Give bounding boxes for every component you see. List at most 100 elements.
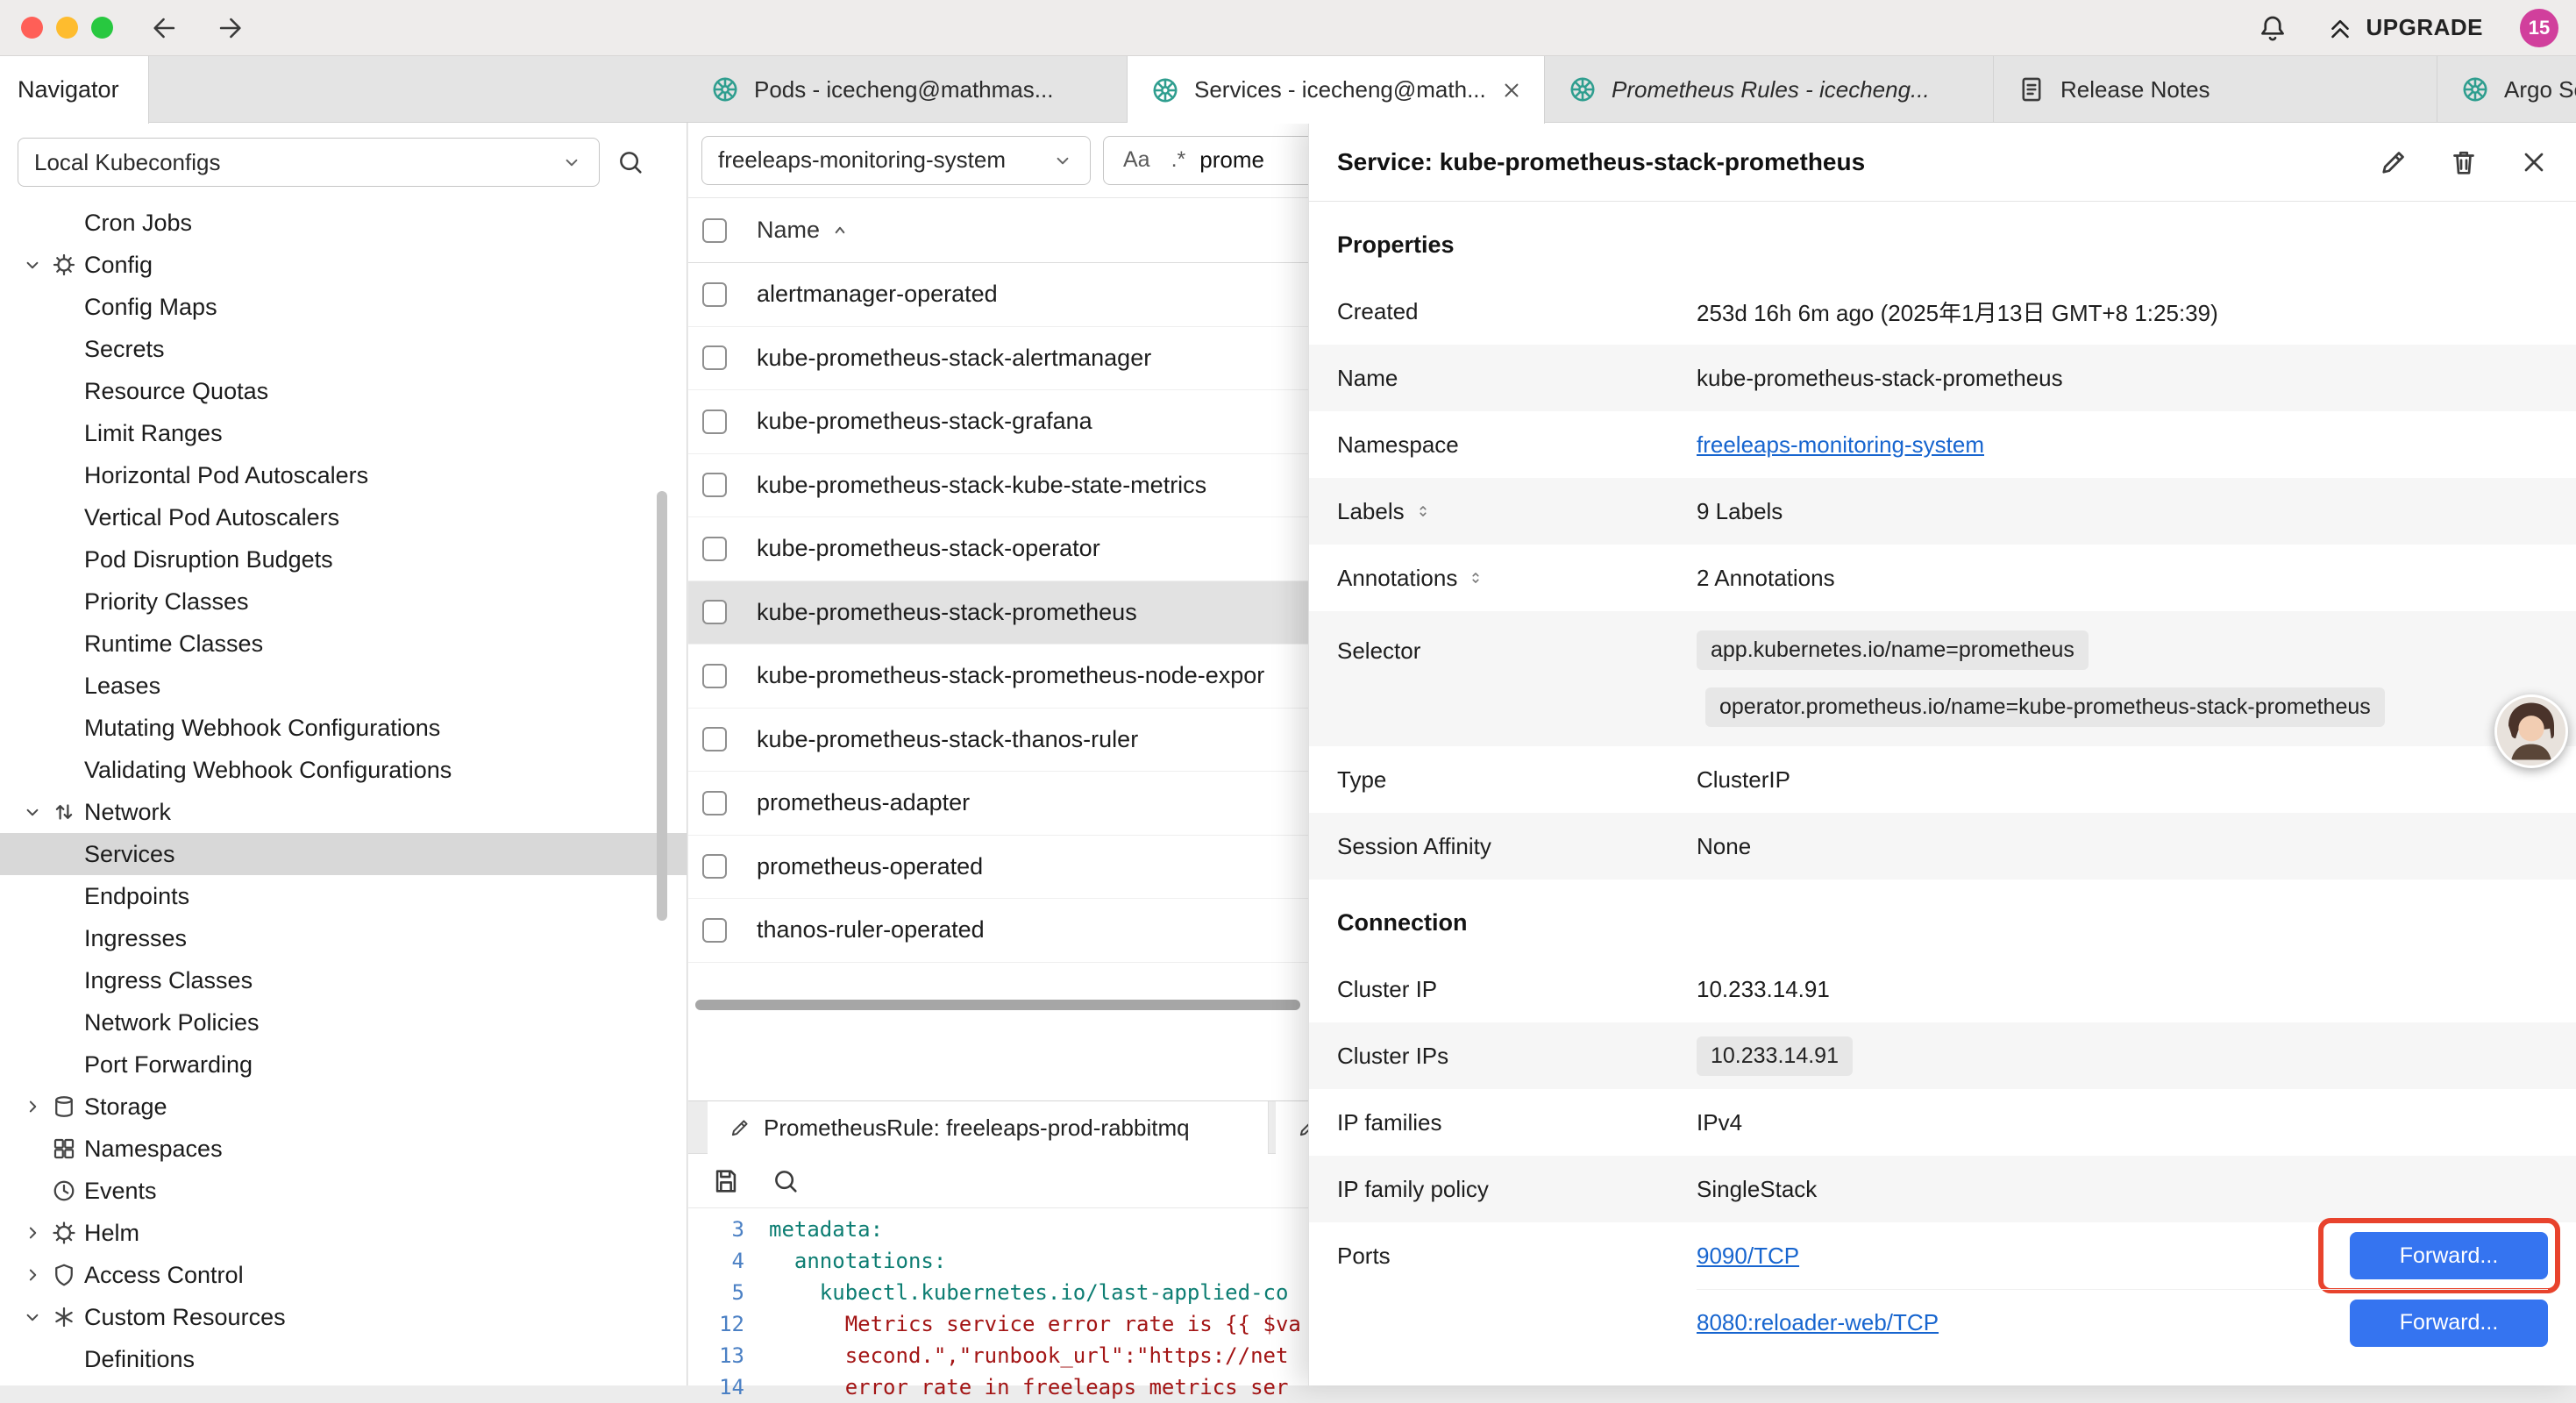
row-checkbox[interactable]	[702, 345, 727, 370]
tab-label: Pods - icecheng@mathmas...	[754, 76, 1053, 103]
sidebar-item-runtime-classes[interactable]: Runtime Classes	[0, 623, 687, 665]
sidebar-item-vertical-pod-autoscalers[interactable]: Vertical Pod Autoscalers	[0, 496, 687, 538]
sidebar-item-horizontal-pod-autoscalers[interactable]: Horizontal Pod Autoscalers	[0, 454, 687, 496]
sidebar-item-config-maps[interactable]: Config Maps	[0, 286, 687, 328]
window-close-button[interactable]	[21, 17, 43, 39]
sidebar-item-mutating-webhook-configurations[interactable]: Mutating Webhook Configurations	[0, 707, 687, 749]
editor-search-button[interactable]	[771, 1166, 801, 1196]
sort-ascending-icon	[829, 219, 851, 242]
row-checkbox[interactable]	[702, 537, 727, 561]
drawer-title: Service: kube-prometheus-stack-prometheu…	[1337, 148, 1865, 176]
pencil-icon	[729, 1116, 751, 1139]
chevron-down-icon	[21, 1306, 51, 1328]
row-checkbox[interactable]	[702, 600, 727, 624]
sidebar-item-definitions[interactable]: Definitions	[0, 1338, 687, 1380]
back-button[interactable]	[150, 13, 180, 43]
row-checkbox[interactable]	[702, 727, 727, 751]
sidebar-item-network-policies[interactable]: Network Policies	[0, 1001, 687, 1043]
sidebar-item-secrets[interactable]: Secrets	[0, 328, 687, 370]
tab-services[interactable]: Services - icecheng@math...	[1128, 56, 1545, 124]
tab-prometheus-rules[interactable]: Prometheus Rules - icecheng...	[1545, 56, 1994, 123]
tab-label: Services - icecheng@math...	[1194, 76, 1486, 103]
sidebar-item-resource-quotas[interactable]: Resource Quotas	[0, 370, 687, 412]
sidebar-item-pod-disruption-budgets[interactable]: Pod Disruption Budgets	[0, 538, 687, 580]
property-row-labels: Labels 9 Labels	[1309, 478, 2576, 545]
row-checkbox[interactable]	[702, 664, 727, 688]
delete-button[interactable]	[2448, 146, 2480, 178]
window-controls	[0, 17, 113, 39]
sidebar-item-ingress-classes[interactable]: Ingress Classes	[0, 959, 687, 1001]
sidebar-item-validating-webhook-configurations[interactable]: Validating Webhook Configurations	[0, 749, 687, 791]
edit-button[interactable]	[2378, 146, 2409, 178]
chevron-down-icon	[1051, 149, 1074, 172]
column-header-name[interactable]: Name	[757, 217, 851, 244]
forward-button[interactable]: Forward...	[2350, 1300, 2548, 1347]
tab-release-notes[interactable]: Release Notes	[1994, 56, 2437, 123]
port-link-8080[interactable]: 8080:reloader-web/TCP	[1697, 1309, 1939, 1336]
select-all-checkbox[interactable]	[702, 218, 727, 243]
sidebar-item-events[interactable]: Events	[0, 1170, 687, 1212]
editor-tab-prometheusrule[interactable]: PrometheusRule: freeleaps-prod-rabbitmq	[708, 1101, 1269, 1154]
kubeconfig-select[interactable]: Local Kubeconfigs	[18, 138, 600, 187]
forward-button[interactable]: Forward...	[2350, 1232, 2548, 1279]
sidebar-item-leases[interactable]: Leases	[0, 665, 687, 707]
sidebar-item-access-control[interactable]: Access Control	[0, 1254, 687, 1296]
close-icon[interactable]	[1500, 79, 1523, 102]
sidebar-item-ingresses[interactable]: Ingresses	[0, 917, 687, 959]
events-icon	[51, 1178, 84, 1204]
sidebar-item-services[interactable]: Services	[0, 833, 687, 875]
chevron-right-icon	[21, 1095, 51, 1118]
expand-labels-icon[interactable]	[1413, 502, 1433, 521]
sidebar-item-port-forwarding[interactable]: Port Forwarding	[0, 1043, 687, 1086]
sidebar-item-helm[interactable]: Helm	[0, 1212, 687, 1254]
sidebar-item-config[interactable]: Config	[0, 244, 687, 286]
horizontal-scrollbar[interactable]	[695, 1000, 1300, 1010]
row-checkbox[interactable]	[702, 282, 727, 307]
drawer-header: Service: kube-prometheus-stack-prometheu…	[1309, 123, 2576, 202]
match-case-toggle[interactable]: Aa	[1116, 146, 1157, 174]
namespace-select[interactable]: freeleaps-monitoring-system	[701, 136, 1091, 185]
namespace-link[interactable]: freeleaps-monitoring-system	[1697, 431, 1984, 459]
expand-annotations-icon[interactable]	[1466, 568, 1485, 588]
service-detail-drawer: Service: kube-prometheus-stack-prometheu…	[1308, 123, 2576, 1385]
notification-count-badge[interactable]: 15	[2520, 9, 2558, 47]
user-avatar[interactable]	[2494, 694, 2568, 768]
sidebar-item-network[interactable]: Network	[0, 791, 687, 833]
regex-toggle[interactable]: .*	[1164, 146, 1193, 174]
section-heading-connection: Connection	[1309, 880, 2576, 956]
sidebar-item-endpoints[interactable]: Endpoints	[0, 875, 687, 917]
save-button[interactable]	[711, 1166, 741, 1196]
navigator-tab[interactable]: Navigator	[0, 56, 149, 124]
helm-icon	[51, 1220, 84, 1246]
notifications-button[interactable]	[2257, 12, 2288, 44]
sidebar-item-priority-classes[interactable]: Priority Classes	[0, 580, 687, 623]
row-checkbox[interactable]	[702, 854, 727, 879]
upgrade-icon	[2325, 13, 2355, 43]
config-icon	[51, 252, 84, 278]
sidebar-item-cron-jobs[interactable]: Cron Jobs	[0, 202, 687, 244]
window-minimize-button[interactable]	[56, 17, 78, 39]
row-checkbox[interactable]	[702, 410, 727, 434]
property-row-cluster-ips: Cluster IPs 10.233.14.91	[1309, 1022, 2576, 1089]
editor-tab-label: PrometheusRule: freeleaps-prod-rabbitmq	[764, 1115, 1190, 1142]
row-checkbox[interactable]	[702, 473, 727, 497]
tab-pods[interactable]: Pods - icecheng@mathmas...	[687, 56, 1128, 123]
port-link-9090[interactable]: 9090/TCP	[1697, 1243, 1799, 1270]
tab-argo[interactable]: Argo Se	[2437, 56, 2576, 123]
property-row-cluster-ip: Cluster IP 10.233.14.91	[1309, 956, 2576, 1022]
chevron-down-icon	[560, 151, 583, 174]
sidebar-scrollbar[interactable]	[657, 491, 667, 921]
row-checkbox[interactable]	[702, 918, 727, 943]
window-zoom-button[interactable]	[91, 17, 113, 39]
section-heading-properties: Properties	[1309, 202, 2576, 278]
sidebar-item-namespaces[interactable]: Namespaces	[0, 1128, 687, 1170]
upgrade-button[interactable]: UPGRADE	[2325, 13, 2483, 43]
sidebar-item-storage[interactable]: Storage	[0, 1086, 687, 1128]
sidebar-item-custom-resources[interactable]: Custom Resources	[0, 1296, 687, 1338]
sidebar-search-button[interactable]	[616, 147, 645, 177]
row-checkbox[interactable]	[702, 791, 727, 815]
forward-button[interactable]	[215, 13, 245, 43]
close-drawer-button[interactable]	[2518, 146, 2550, 178]
sidebar-item-limit-ranges[interactable]: Limit Ranges	[0, 412, 687, 454]
kubernetes-icon	[710, 75, 740, 104]
